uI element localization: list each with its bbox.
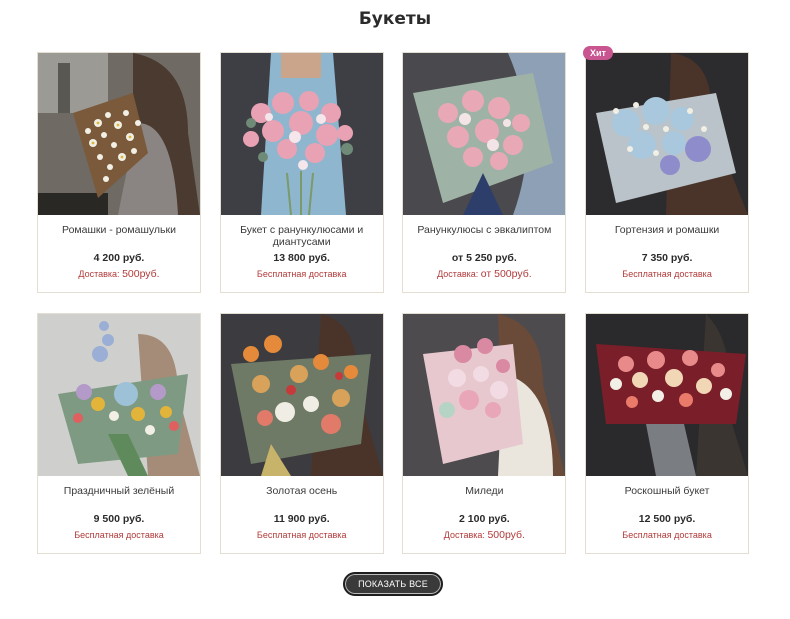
product-name[interactable]: Гортензия и ромашки xyxy=(586,215,748,251)
delivery-label: Бесплатная доставка xyxy=(256,269,347,279)
golden-autumn-bouquet-image xyxy=(220,314,383,476)
product-name[interactable]: Ранункулюсы с эвкалиптом xyxy=(403,215,565,251)
product-price: 11 900 руб. xyxy=(273,513,330,525)
product-name[interactable]: Роскошный букет xyxy=(586,476,748,512)
ranunculus-eucalyptus-bouquet-image xyxy=(403,53,566,215)
delivery-label: Доставка: xyxy=(78,269,120,279)
delivery-label: Бесплатная доставка xyxy=(256,530,347,540)
delivery-label: Доставка: xyxy=(443,530,485,540)
delivery-label: Доставка: xyxy=(437,269,479,279)
delivery-info: Доставка: 500руб. xyxy=(403,529,565,541)
delivery-label: Бесплатная доставка xyxy=(622,269,712,279)
product-card[interactable]: Миледи 2 100 руб. Доставка: 500руб. xyxy=(402,313,567,554)
product-card[interactable]: Ромашки - ромашульки 4 200 руб. Доставка… xyxy=(37,52,201,293)
product-photo[interactable] xyxy=(403,314,566,476)
delivery-amount: 500руб. xyxy=(122,268,160,280)
product-photo[interactable] xyxy=(403,53,566,215)
product-card[interactable]: Букет с ранункулюсами и диантусами 13 80… xyxy=(219,52,384,293)
delivery-amount: от 500руб. xyxy=(480,268,532,280)
product-name[interactable]: Миледи xyxy=(403,476,565,512)
product-photo[interactable] xyxy=(38,53,200,215)
product-photo[interactable] xyxy=(220,53,383,215)
delivery-info: Бесплатная доставка xyxy=(38,529,200,541)
product-name[interactable]: Золотая осень xyxy=(221,476,383,512)
product-card[interactable]: Ранункулюсы с эвкалиптом от 5 250 руб. Д… xyxy=(402,52,567,293)
product-price: 12 500 руб. xyxy=(638,513,696,525)
product-photo[interactable] xyxy=(586,53,749,215)
delivery-info: Бесплатная доставка xyxy=(586,268,748,280)
product-name[interactable]: Ромашки - ромашульки xyxy=(38,215,200,251)
chamomile-bouquet-image xyxy=(38,53,200,215)
hit-badge: Хит xyxy=(583,46,613,60)
delivery-amount: 500руб. xyxy=(487,529,525,541)
product-card[interactable]: Золотая осень 11 900 руб. Бесплатная дос… xyxy=(219,313,384,554)
product-name[interactable]: Праздничный зелёный xyxy=(38,476,200,512)
product-price: от 5 250 руб. xyxy=(451,252,517,264)
delivery-info: Бесплатная доставка xyxy=(221,268,383,280)
hydrangea-chamomile-bouquet-image xyxy=(586,53,749,215)
milady-bouquet-image xyxy=(403,314,566,476)
ranunculus-dianthus-bouquet-image xyxy=(220,53,383,215)
delivery-info: Бесплатная доставка xyxy=(586,529,748,541)
delivery-label: Бесплатная доставка xyxy=(622,530,712,540)
product-card[interactable]: Роскошный букет 12 500 руб. Бесплатная д… xyxy=(585,313,750,554)
product-price: 9 500 руб. xyxy=(93,513,145,525)
festive-green-bouquet-image xyxy=(38,314,200,476)
delivery-info: Доставка: от 500руб. xyxy=(403,268,565,280)
show-all-button[interactable]: ПОКАЗАТЬ ВСЕ xyxy=(343,572,443,596)
product-photo[interactable] xyxy=(220,314,383,476)
product-price: 4 200 руб. xyxy=(93,252,145,264)
product-card[interactable]: Гортензия и ромашки 7 350 руб. Бесплатна… xyxy=(585,52,750,293)
delivery-info: Бесплатная доставка xyxy=(221,529,383,541)
product-name[interactable]: Букет с ранункулюсами и диантусами xyxy=(221,215,383,251)
product-grid: Ромашки - ромашульки 4 200 руб. Доставка… xyxy=(37,52,750,554)
product-price: 13 800 руб. xyxy=(273,252,330,264)
luxurious-bouquet-image xyxy=(586,314,749,476)
product-card[interactable]: Праздничный зелёный 9 500 руб. Бесплатна… xyxy=(37,313,201,554)
product-photo[interactable] xyxy=(586,314,749,476)
delivery-info: Доставка: 500руб. xyxy=(38,268,200,280)
product-price: 2 100 руб. xyxy=(459,513,510,525)
page-title: Букеты xyxy=(358,9,432,29)
product-price: 7 350 руб. xyxy=(641,252,693,264)
delivery-label: Бесплатная доставка xyxy=(74,530,164,540)
product-photo[interactable] xyxy=(38,314,200,476)
